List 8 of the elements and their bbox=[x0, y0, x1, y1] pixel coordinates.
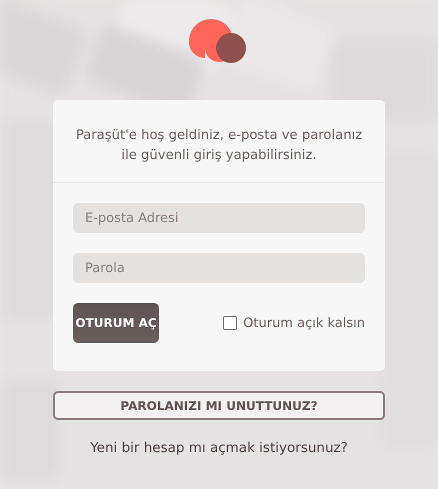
login-button[interactable]: OTURUM AÇ bbox=[73, 303, 159, 343]
intro-text: Paraşüt'e hoş geldiniz, e-posta ve parolanız ile güvenli giriş yapabilirsiniz. bbox=[53, 100, 385, 183]
remember-label: Oturum açık kalsın bbox=[243, 316, 365, 330]
email-field[interactable]: E-posta Adresi bbox=[73, 203, 365, 233]
password-field[interactable]: Parola bbox=[73, 253, 365, 283]
forgot-password-button[interactable]: PAROLANIZI MI UNUTTUNUZ? bbox=[53, 391, 385, 420]
signup-link[interactable]: Yeni bir hesap mı açmak istiyorsunuz? bbox=[90, 440, 348, 456]
remember-checkbox[interactable] bbox=[223, 316, 238, 330]
